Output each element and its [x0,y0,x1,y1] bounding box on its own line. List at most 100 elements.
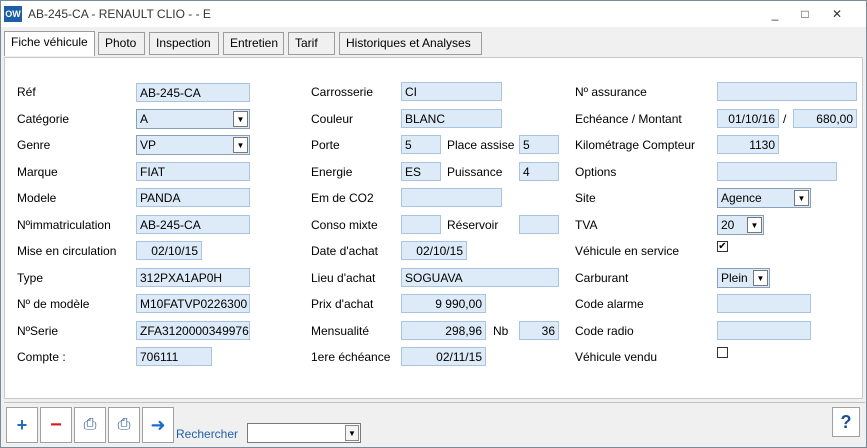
carrosserie-field[interactable]: CI [401,82,502,101]
reservoir-label: Réservoir [447,218,499,232]
porte-label: Porte [311,138,340,152]
tab-tarif[interactable]: Tarif [288,32,335,55]
tab-entretien[interactable]: Entretien [223,32,284,55]
title-bar: OW AB-245-CA - RENAULT CLIO - - E _ □ ✕ [1,1,866,27]
chevron-down-icon[interactable]: ▼ [753,270,768,286]
site-select[interactable]: Agence ▼ [717,188,811,208]
vehicle-form-panel: Réf AB-245-CA Catégorie A ▼ Genre VP ▼ M… [4,57,863,399]
genre-label: Genre [17,138,51,152]
categorie-value: A [140,112,149,126]
chevron-down-icon[interactable]: ▼ [345,425,359,441]
echeance-date-field[interactable]: 01/10/16 [717,109,779,128]
energie-field[interactable]: ES [401,162,441,181]
chevron-down-icon[interactable]: ▼ [233,111,248,127]
vehicule-service-checkbox[interactable]: ✔ [717,241,728,252]
porte-field[interactable]: 5 [401,135,441,154]
conso-mixte-field[interactable] [401,215,441,234]
echeance-separator: / [783,112,787,126]
print-preview-icon: ⎙ [83,416,97,433]
vehicule-service-label: Véhicule en service [575,244,680,258]
carburant-select[interactable]: Plein ▼ [717,268,770,288]
code-radio-label: Code radio [575,324,634,338]
mise-circulation-field[interactable]: 02/10/15 [136,241,202,260]
ref-field[interactable]: AB-245-CA [136,83,250,102]
mise-circulation-label: Mise en circulation [17,244,117,258]
vehicule-vendu-checkbox[interactable] [717,347,728,358]
nb-label: Nb [493,324,509,338]
lieu-achat-field[interactable]: SOGUAVA [401,268,559,287]
nb-field[interactable]: 36 [519,321,559,340]
categorie-label: Catégorie [17,112,70,126]
assurance-field[interactable] [717,82,857,101]
mensualite-field[interactable]: 298,96 [401,321,486,340]
exit-icon: ➜ [150,415,166,435]
montant-field[interactable]: 680,00 [793,109,857,128]
kilometrage-label: Kilométrage Compteur [575,138,696,152]
date-achat-field[interactable]: 02/10/15 [401,241,467,260]
date-achat-label: Date d'achat [311,244,379,258]
puissance-label: Puissance [447,165,503,179]
kilometrage-field[interactable]: 1130 [717,135,779,154]
code-radio-field[interactable] [717,321,811,340]
add-icon: + [16,415,28,435]
type-field[interactable]: 312PXA1AP0H [136,268,250,287]
tab-photo[interactable]: Photo [98,32,145,55]
add-button[interactable]: + [6,407,38,443]
chevron-down-icon[interactable]: ▼ [747,217,762,233]
co2-label: Em de CO2 [311,191,374,205]
tab-historiques[interactable]: Historiques et Analyses [339,32,482,55]
tab-fiche-vehicule[interactable]: Fiche véhicule [4,31,95,56]
options-label: Options [575,165,617,179]
tab-inspection[interactable]: Inspection [149,32,219,55]
echeance-montant-label: Echéance / Montant [575,112,682,126]
window-title: AB-245-CA - RENAULT CLIO - - E [28,7,211,21]
search-label: Rechercher [176,427,239,441]
maximize-button[interactable]: □ [795,6,815,22]
assurance-label: Nº assurance [575,85,647,99]
vehicule-vendu-label: Véhicule vendu [575,350,658,364]
co2-field[interactable] [401,188,502,207]
print-button[interactable]: ⎙ [108,407,140,443]
marque-field[interactable]: FIAT [136,162,250,181]
categorie-select[interactable]: A ▼ [136,109,250,129]
immatriculation-label: Nºimmatriculation [17,218,111,232]
premiere-echeance-field[interactable]: 02/11/15 [401,347,486,366]
place-assise-field[interactable]: 5 [519,135,559,154]
conso-mixte-label: Conso mixte [311,218,378,232]
options-field[interactable] [717,162,837,181]
marque-label: Marque [17,165,58,179]
genre-select[interactable]: VP ▼ [136,135,250,155]
premiere-echeance-label: 1ere échéance [311,350,391,364]
numero-serie-field[interactable]: ZFA31200003499761 [136,321,250,340]
delete-icon: − [50,414,62,436]
carrosserie-label: Carrosserie [311,85,374,99]
puissance-field[interactable]: 4 [519,162,559,181]
minimize-button[interactable]: _ [765,6,785,22]
chevron-down-icon[interactable]: ▼ [233,137,248,153]
couleur-field[interactable]: BLANC [401,109,502,128]
numero-modele-field[interactable]: M10FATVP0226300 [136,294,250,313]
compte-field[interactable]: 706111 [136,347,212,366]
help-button[interactable]: ? [832,407,860,437]
immatriculation-field[interactable]: AB-245-CA [136,215,250,234]
chevron-down-icon[interactable]: ▼ [794,190,809,206]
lieu-achat-label: Lieu d'achat [311,271,376,285]
code-alarme-label: Code alarme [575,297,644,311]
delete-button[interactable]: − [40,407,72,443]
modele-field[interactable]: PANDA [136,188,250,207]
energie-label: Energie [311,165,353,179]
site-value: Agence [721,191,762,205]
tva-select[interactable]: 20 ▼ [717,215,764,235]
type-label: Type [17,271,44,285]
print-preview-button[interactable]: ⎙ [74,407,106,443]
exit-button[interactable]: ➜ [142,407,174,443]
search-select[interactable]: ▼ [247,423,361,443]
code-alarme-field[interactable] [717,294,811,313]
numero-serie-label: NºSerie [17,324,59,338]
prix-achat-field[interactable]: 9 990,00 [401,294,486,313]
close-button[interactable]: ✕ [827,6,847,22]
reservoir-field[interactable] [519,215,559,234]
prix-achat-label: Prix d'achat [311,297,374,311]
compte-label: Compte : [17,350,66,364]
couleur-label: Couleur [311,112,354,126]
